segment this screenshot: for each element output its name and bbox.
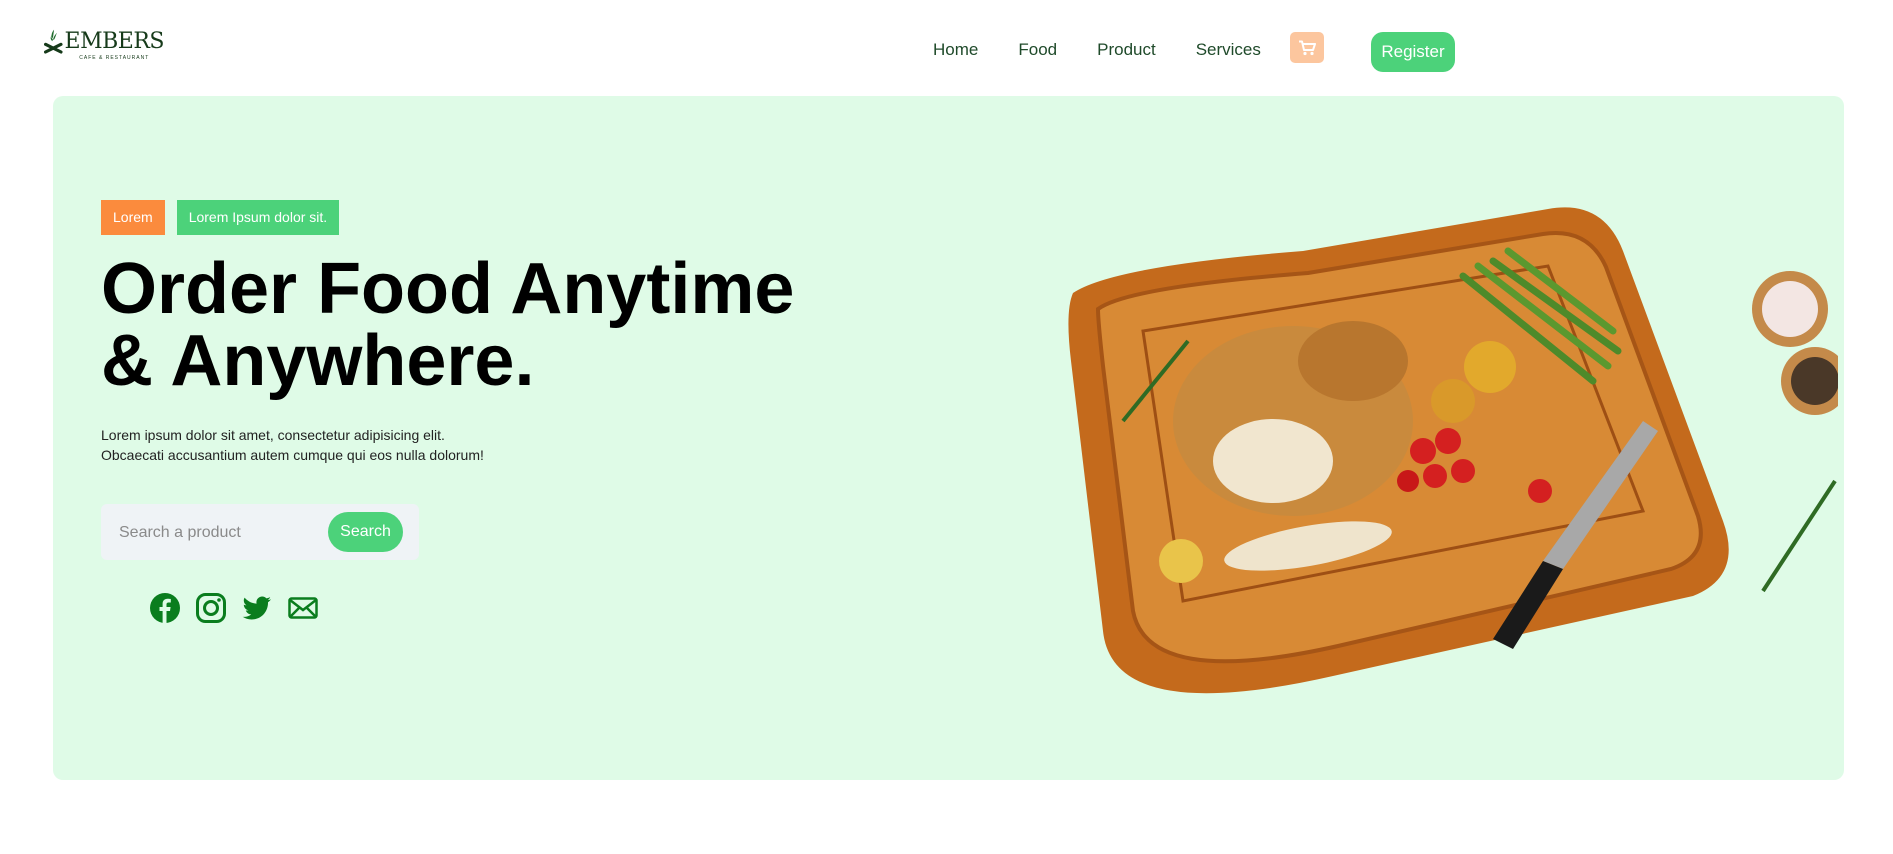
mail-icon[interactable]: [287, 592, 319, 624]
hero-description: Lorem ipsum dolor sit amet, consectetur …: [101, 425, 521, 465]
hero-badges: Lorem Lorem Ipsum dolor sit.: [101, 200, 340, 235]
hero-title-line2: & Anywhere.: [101, 321, 535, 401]
hero-description-line2: Obcaecati accusantium autem cumque qui e…: [101, 447, 484, 463]
facebook-icon[interactable]: [149, 592, 181, 624]
search-input[interactable]: [117, 504, 321, 562]
twitter-icon[interactable]: [241, 592, 273, 624]
roast-chicken-board-image: [1068, 207, 1838, 694]
nav-home[interactable]: Home: [933, 40, 978, 60]
spice-bowls-shape: [1752, 271, 1838, 415]
nav-product[interactable]: Product: [1097, 40, 1156, 60]
brand-name: EMBERS: [64, 29, 165, 54]
brand-text: EMBERS CAFE & RESTAURANT: [64, 24, 165, 62]
hero-description-line1: Lorem ipsum dolor sit amet, consectetur …: [101, 427, 445, 443]
hero-title-line1: Order Food Anytime: [101, 249, 795, 329]
flame-logo-icon: [44, 29, 63, 54]
nav-food[interactable]: Food: [1018, 40, 1057, 60]
badge-secondary: Lorem Ipsum dolor sit.: [176, 200, 340, 235]
instagram-icon[interactable]: [195, 592, 227, 624]
hero-section: Lorem Lorem Ipsum dolor sit. Order Food …: [53, 96, 1844, 780]
badge-primary: Lorem: [101, 200, 165, 235]
nav-services[interactable]: Services: [1196, 40, 1261, 60]
brand-logo[interactable]: EMBERS CAFE & RESTAURANT: [44, 24, 165, 64]
search-button[interactable]: Search: [328, 512, 403, 552]
register-button[interactable]: Register: [1371, 32, 1455, 72]
main-nav: Home Food Product Services: [933, 40, 1301, 60]
brand-tagline: CAFE & RESTAURANT: [79, 55, 150, 61]
search-bar: Search: [101, 504, 419, 562]
cart-button[interactable]: [1290, 32, 1324, 63]
cart-icon: [1299, 40, 1316, 55]
social-links: [149, 592, 333, 624]
hero-title: Order Food Anytime & Anywhere.: [101, 253, 821, 397]
